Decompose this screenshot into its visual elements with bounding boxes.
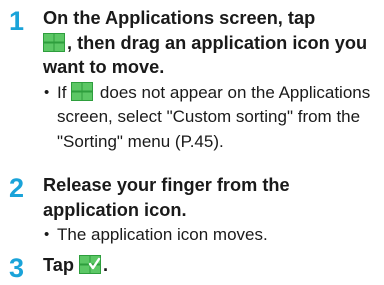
- manual-page: { "steps": [ { "number": "1", "heading_p…: [0, 0, 384, 285]
- grid-sort-icon: [71, 81, 94, 101]
- step-heading: Tap .: [43, 253, 381, 278]
- bullet: •: [44, 83, 50, 101]
- grid-sort-icon: [43, 32, 65, 52]
- step-body: Tap .: [43, 253, 381, 278]
- heading-text-start: On the Applications screen, tap: [43, 8, 316, 28]
- note-text-end: does not appear on the Applications scre…: [57, 82, 371, 151]
- note-text: The application icon moves.: [57, 225, 268, 244]
- heading-text-start: Tap: [43, 255, 74, 275]
- step-body: On the Applications screen, tap , then d…: [43, 6, 381, 154]
- step-body: Release your finger from the application…: [43, 173, 381, 248]
- note-text-start: If: [57, 82, 67, 102]
- heading-text-end: .: [103, 255, 109, 275]
- step-heading: Release your finger from the application…: [43, 175, 290, 220]
- step-note: • If does not appear on the Applications…: [43, 81, 381, 155]
- step-note: • The application icon moves.: [43, 223, 381, 248]
- step-number: 3: [9, 253, 25, 283]
- step-number: 2: [9, 173, 25, 203]
- heading-text-end: , then drag an application icon you want…: [43, 32, 368, 78]
- bullet: •: [44, 226, 50, 243]
- grid-check-icon: [79, 255, 102, 274]
- step-number: 1: [9, 6, 25, 36]
- step-heading: On the Applications screen, tap , then d…: [43, 6, 381, 80]
